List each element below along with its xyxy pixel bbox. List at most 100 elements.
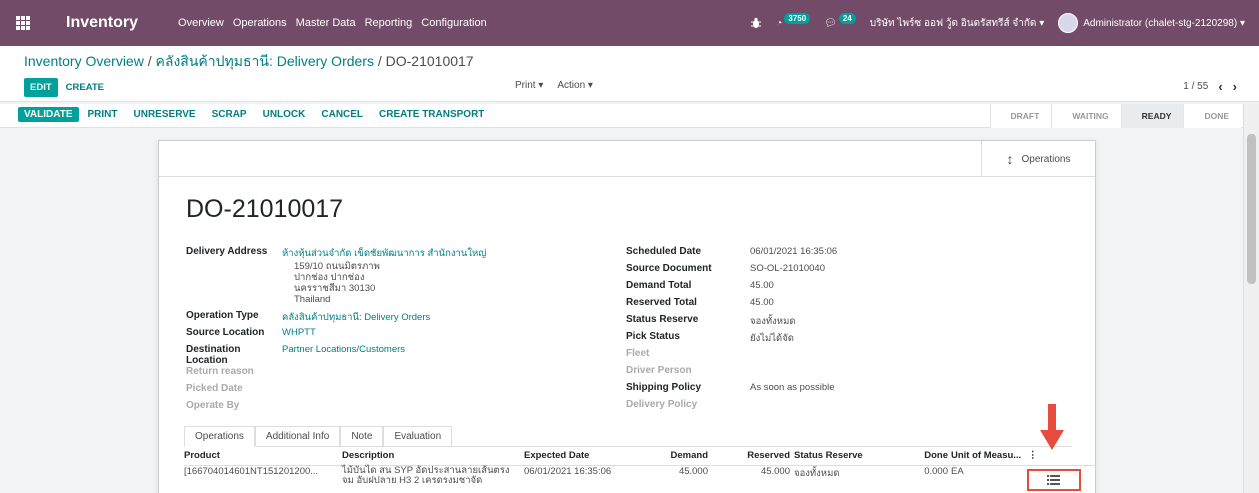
action-dropdown[interactable]: Action ▾ — [557, 80, 593, 91]
apps-menu-icon[interactable] — [0, 0, 46, 46]
col-done[interactable]: Done — [894, 450, 948, 465]
company-switcher[interactable]: บริษัท ไพร์ซ ออฟ วู้ด อินดรัสทรีส์ จำกัด… — [870, 16, 1044, 31]
user-menu[interactable]: Administrator (chalet-stg-2120298) ▾ — [1058, 13, 1245, 33]
messaging-menu[interactable]: 💬︎ 24 — [824, 12, 856, 29]
return-reason-label: Return reason — [186, 366, 254, 377]
user-name: Administrator (chalet-stg-2120298) ▾ — [1083, 17, 1245, 29]
menu-master-data[interactable]: Master Data — [296, 17, 365, 29]
fleet-label: Fleet — [626, 348, 650, 359]
pick-status-value: ยังไม่ได้จัด — [750, 333, 794, 344]
left-field-group: Delivery Address ห้างหุ้นส่วนจำกัด เข็ดช… — [186, 246, 616, 417]
status-bar: VALIDATE PRINT UNRESERVE SCRAP UNLOCK CA… — [0, 104, 1259, 128]
col-description[interactable]: Description — [342, 450, 524, 465]
tab-evaluation[interactable]: Evaluation — [383, 426, 453, 447]
annotation-arrow-icon — [1040, 404, 1064, 450]
col-status-reserve[interactable]: Status Reserve — [790, 450, 894, 465]
source-location-value[interactable]: WHPTT — [282, 327, 316, 338]
demand-total-value: 45.00 — [750, 280, 774, 291]
scrap-button[interactable]: SCRAP — [205, 107, 254, 122]
table-header: Product Description Expected Date Demand… — [184, 450, 1096, 466]
row-product: [166704014601NT151201200... — [184, 466, 319, 477]
row-uom: EA — [951, 466, 964, 477]
col-unit-of-measure[interactable]: Unit of Measu... — [948, 450, 1028, 465]
optional-columns-icon[interactable]: ⋮ — [1028, 450, 1052, 465]
source-document-label: Source Document — [626, 263, 712, 274]
print-dropdown[interactable]: Print ▾ — [515, 80, 543, 91]
unlock-button[interactable]: UNLOCK — [256, 107, 313, 122]
breadcrumb-current: DO-21010017 — [385, 53, 474, 69]
source-document-value: SO-OL-21010040 — [750, 263, 825, 274]
operation-type-value[interactable]: คลังสินค้าปทุมธานี: Delivery Orders — [282, 310, 430, 325]
destination-location-value[interactable]: Partner Locations/Customers — [282, 344, 405, 355]
breadcrumb: Inventory Overview / คลังสินค้าปทุมธานี:… — [24, 51, 474, 73]
delivery-policy-label: Delivery Policy — [626, 399, 698, 410]
avatar — [1058, 13, 1079, 33]
create-button[interactable]: CREATE — [60, 78, 110, 97]
row-status-reserve: จองทั้งหมด — [794, 468, 840, 479]
tab-additional-info[interactable]: Additional Info — [254, 426, 341, 447]
reserved-total-label: Reserved Total — [626, 297, 697, 308]
row-description: ไม้บันได สน SYP อัดประสานลายเส้นตรง จม อ… — [342, 466, 524, 488]
shipping-policy-value[interactable]: As soon as possible — [750, 382, 835, 393]
driver-person-label: Driver Person — [626, 365, 692, 376]
menu-reporting[interactable]: Reporting — [365, 17, 422, 29]
col-demand[interactable]: Demand — [646, 450, 708, 465]
tab-operations[interactable]: Operations — [184, 426, 255, 447]
activity-badge: 3750 — [784, 12, 811, 24]
unreserve-button[interactable]: UNRESERVE — [127, 107, 203, 122]
button-box: ↕ Operations — [159, 141, 1095, 177]
form-sheet: ↕ Operations DO-21010017 Delivery Addres… — [158, 140, 1096, 493]
breadcrumb-separator: / — [147, 53, 156, 69]
app-name[interactable]: Inventory — [66, 14, 138, 32]
delivery-address-link[interactable]: ห้างหุ้นส่วนจำกัด เข็ดชัยพัฒนาการ สำนักง… — [282, 246, 486, 261]
validate-button[interactable]: VALIDATE — [18, 107, 79, 122]
stage-ready[interactable]: READY — [1120, 104, 1184, 128]
address-lines: 159/10 ถนนมิตรภาพ ปากช่อง ปากช่อง นครราช… — [282, 261, 486, 305]
col-product[interactable]: Product — [184, 450, 342, 465]
breadcrumb-delivery-orders[interactable]: คลังสินค้าปทุมธานี: Delivery Orders — [156, 53, 374, 69]
operations-table: Product Description Expected Date Demand… — [184, 450, 1096, 488]
stage-waiting[interactable]: WAITING — [1051, 104, 1121, 128]
list-detail-icon — [1047, 475, 1060, 485]
row-demand: 45.000 — [678, 466, 708, 477]
destination-location-label: Destination Location — [186, 344, 241, 366]
picked-date-label: Picked Date — [186, 383, 243, 394]
table-row[interactable]: [166704014601NT151201200... ไม้บันได สน … — [184, 466, 1096, 488]
scrollbar-thumb[interactable] — [1247, 134, 1256, 284]
stage-draft[interactable]: DRAFT — [989, 104, 1052, 128]
operate-by-label: Operate By — [186, 400, 240, 411]
detailed-operations-button[interactable] — [1027, 469, 1081, 491]
stage-done[interactable]: DONE — [1183, 104, 1241, 128]
address-line: นครราชสีมา 30130 — [294, 283, 376, 294]
menu-operations[interactable]: Operations — [233, 17, 296, 29]
col-expected-date[interactable]: Expected Date — [524, 450, 646, 465]
address-line: 159/10 ถนนมิตรภาพ — [294, 261, 380, 272]
col-reserved[interactable]: Reserved — [708, 450, 790, 465]
menu-overview[interactable]: Overview — [178, 17, 233, 29]
reserved-total-value: 45.00 — [750, 297, 774, 308]
scheduled-date-value: 06/01/2021 16:35:06 — [750, 246, 838, 257]
row-done: 0.000 — [924, 466, 948, 477]
debug-bug-icon[interactable] — [750, 17, 762, 29]
pager-value[interactable]: 1 / 55 — [1183, 81, 1208, 92]
pager-previous-icon[interactable]: ‹ — [1218, 79, 1222, 94]
operations-stat-button[interactable]: ↕ Operations — [981, 141, 1095, 177]
print-button[interactable]: PRINT — [81, 107, 125, 122]
edit-button[interactable]: EDIT — [24, 78, 58, 97]
clock-icon: ◔ — [776, 17, 783, 29]
pick-status-label: Pick Status — [626, 331, 680, 342]
vertical-arrows-icon: ↕ — [1006, 151, 1014, 167]
menu-configuration[interactable]: Configuration — [421, 17, 495, 29]
pager-next-icon[interactable]: › — [1233, 79, 1237, 94]
scrollbar[interactable] — [1243, 104, 1259, 493]
operation-type-label: Operation Type — [186, 310, 259, 321]
pager: 1 / 55 ‹ › — [1183, 79, 1237, 94]
tab-note[interactable]: Note — [340, 426, 384, 447]
top-navbar: Inventory Overview Operations Master Dat… — [0, 0, 1259, 46]
activity-menu[interactable]: ◔ 3750 — [776, 12, 811, 29]
cancel-button[interactable]: CANCEL — [314, 107, 370, 122]
create-transport-button[interactable]: CREATE TRANSPORT — [372, 107, 491, 122]
breadcrumb-inventory-overview[interactable]: Inventory Overview — [24, 53, 144, 69]
address-line: ปากช่อง ปากช่อง — [294, 272, 365, 283]
right-field-group: Scheduled Date 06/01/2021 16:35:06 Sourc… — [626, 246, 1026, 416]
